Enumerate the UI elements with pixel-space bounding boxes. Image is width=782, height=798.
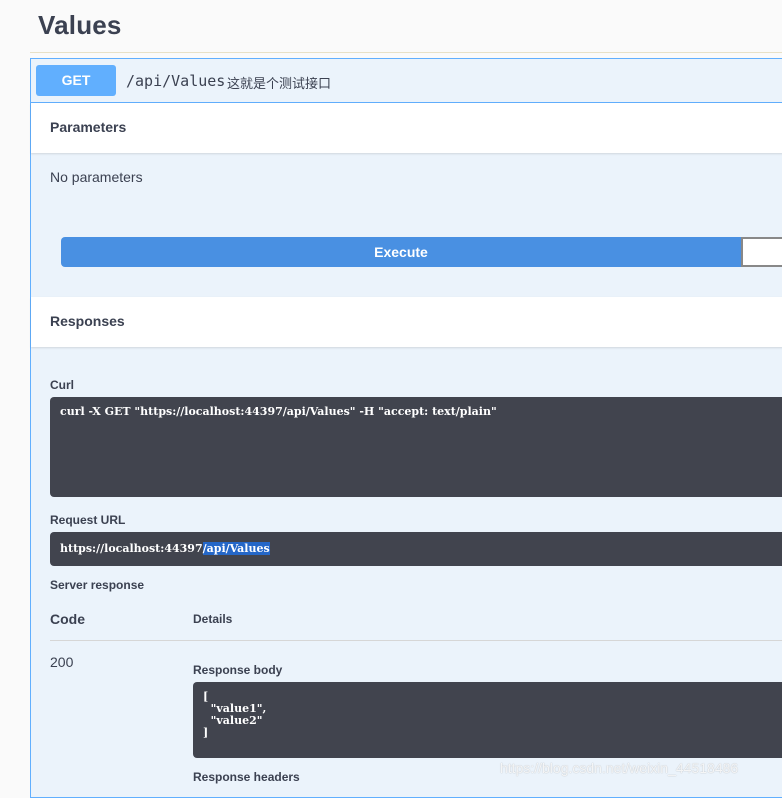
server-response-label: Server response — [50, 578, 145, 592]
request-url-base: https://localhost:44397 — [60, 542, 203, 555]
operation-description: 这就是个测试接口 — [227, 76, 332, 91]
no-parameters-text: No parameters — [50, 169, 143, 185]
operation-block-get-values: GET /api/Values 这就是个测试接口 Parameters No p… — [30, 58, 782, 798]
request-url-selected-path: /api/Values — [202, 542, 270, 555]
execute-button[interactable]: Execute — [61, 237, 741, 267]
parameters-title: Parameters — [50, 119, 127, 135]
parameters-header: Parameters — [31, 103, 782, 153]
curl-label: Curl — [50, 378, 74, 392]
request-url-block[interactable]: https://localhost:44397/api/Values — [50, 532, 782, 566]
page-title: Values — [38, 10, 122, 40]
operation-summary[interactable]: GET /api/Values 这就是个测试接口 — [31, 59, 782, 103]
response-headers-label: Response headers — [193, 770, 300, 784]
operation-path: /api/Values — [126, 72, 226, 90]
curl-command-block[interactable]: curl -X GET "https://localhost:44397/api… — [50, 397, 782, 497]
response-status-code: 200 — [50, 654, 74, 670]
response-body-block[interactable]: [ "value1", "value2" ] — [193, 682, 782, 758]
responses-title: Responses — [50, 313, 125, 329]
responses-header: Responses — [31, 297, 782, 347]
section-divider — [30, 52, 782, 53]
response-table-header: Code Details — [50, 604, 782, 641]
request-url-label: Request URL — [50, 513, 126, 527]
watermark: https://blog.csdn.net/weixin_44518486 — [500, 760, 739, 776]
response-body-label: Response body — [193, 663, 283, 677]
http-method-badge: GET — [36, 65, 116, 96]
details-column-header: Details — [193, 612, 233, 626]
clear-button[interactable] — [741, 237, 782, 267]
code-column-header: Code — [50, 611, 85, 627]
